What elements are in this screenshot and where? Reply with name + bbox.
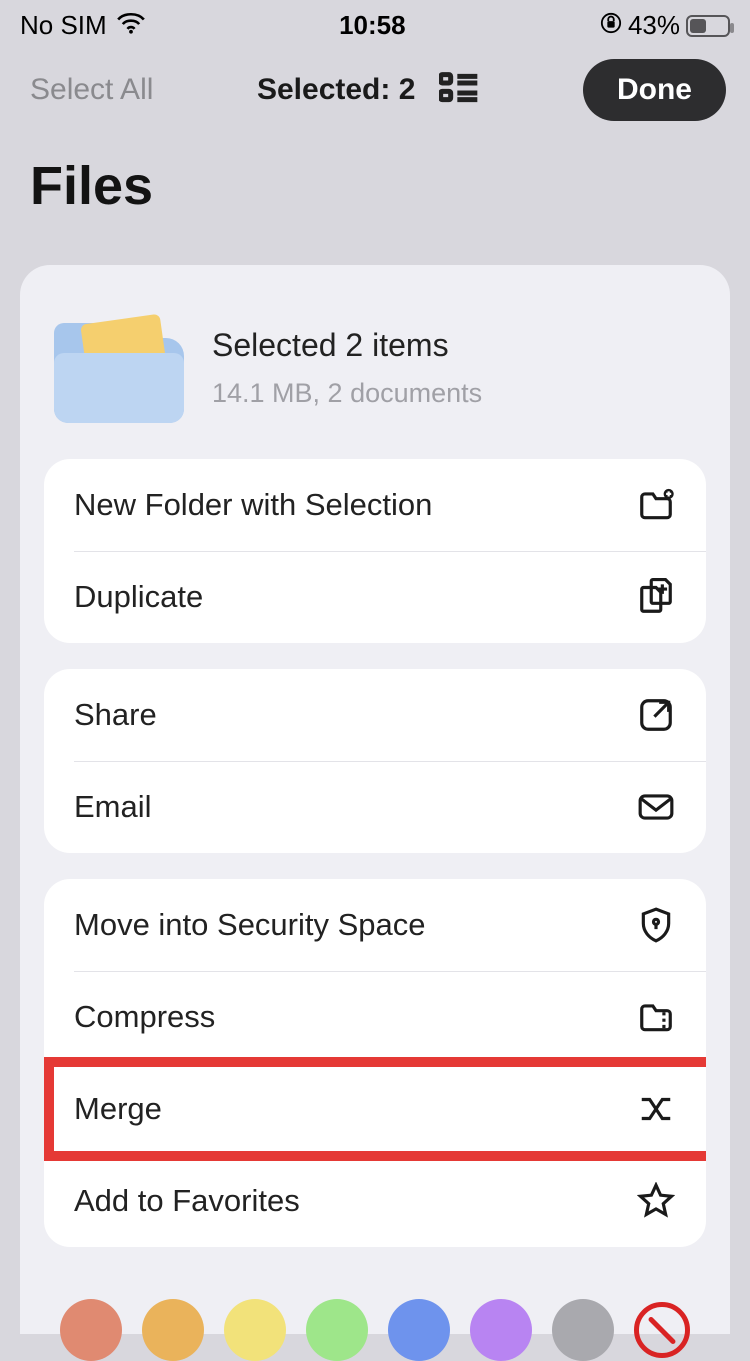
tag-color-7[interactable] [552, 1299, 614, 1361]
action-compress[interactable]: Compress [44, 971, 706, 1063]
tag-color-2[interactable] [142, 1299, 204, 1361]
tag-color-3[interactable] [224, 1299, 286, 1361]
folder-plus-icon [636, 485, 676, 525]
status-bar: No SIM 10:58 43% [0, 0, 750, 47]
archive-icon [636, 997, 676, 1037]
action-email[interactable]: Email [44, 761, 706, 853]
select-all-button[interactable]: Select All [30, 73, 153, 107]
selection-title: Selected 2 items [212, 327, 482, 364]
action-sheet: Selected 2 items 14.1 MB, 2 documents Ne… [20, 265, 730, 1334]
merge-icon [636, 1089, 676, 1129]
action-group-manage: Move into Security Space Compress Merge … [44, 879, 706, 1247]
done-button[interactable]: Done [583, 59, 726, 121]
selected-count-label: Selected: 2 [257, 73, 415, 107]
folder-icon [54, 313, 184, 423]
tag-color-6[interactable] [470, 1299, 532, 1361]
shield-lock-icon [636, 905, 676, 945]
action-label: Add to Favorites [74, 1183, 300, 1219]
page-title: Files [0, 133, 750, 277]
tag-none[interactable] [634, 1302, 690, 1358]
action-label: Duplicate [74, 579, 203, 615]
view-mode-icon[interactable] [439, 70, 479, 111]
battery-percent: 43% [628, 10, 680, 41]
star-icon [636, 1181, 676, 1221]
action-label: Move into Security Space [74, 907, 426, 943]
wifi-icon [117, 10, 145, 41]
share-icon [636, 695, 676, 735]
action-label: New Folder with Selection [74, 487, 432, 523]
tag-color-5[interactable] [388, 1299, 450, 1361]
action-add-favorite[interactable]: Add to Favorites [44, 1155, 706, 1247]
tag-color-1[interactable] [60, 1299, 122, 1361]
action-label: Compress [74, 999, 215, 1035]
email-icon [636, 787, 676, 827]
action-security-space[interactable]: Move into Security Space [44, 879, 706, 971]
action-merge[interactable]: Merge [44, 1063, 706, 1155]
carrier-label: No SIM [20, 10, 107, 41]
selection-subtitle: 14.1 MB, 2 documents [212, 378, 482, 409]
action-label: Share [74, 697, 157, 733]
selection-header: Select All Selected: 2 Done [0, 47, 750, 133]
action-group-create: New Folder with Selection Duplicate [44, 459, 706, 643]
clock: 10:58 [339, 10, 406, 41]
action-label: Email [74, 789, 152, 825]
color-tags-row [44, 1273, 706, 1361]
action-new-folder[interactable]: New Folder with Selection [44, 459, 706, 551]
selection-summary: Selected 2 items 14.1 MB, 2 documents [44, 293, 706, 459]
action-group-share: Share Email [44, 669, 706, 853]
action-duplicate[interactable]: Duplicate [44, 551, 706, 643]
duplicate-icon [636, 577, 676, 617]
orientation-lock-icon [600, 10, 622, 41]
battery-icon [686, 15, 730, 37]
action-label: Merge [74, 1091, 162, 1127]
tag-color-4[interactable] [306, 1299, 368, 1361]
action-share[interactable]: Share [44, 669, 706, 761]
